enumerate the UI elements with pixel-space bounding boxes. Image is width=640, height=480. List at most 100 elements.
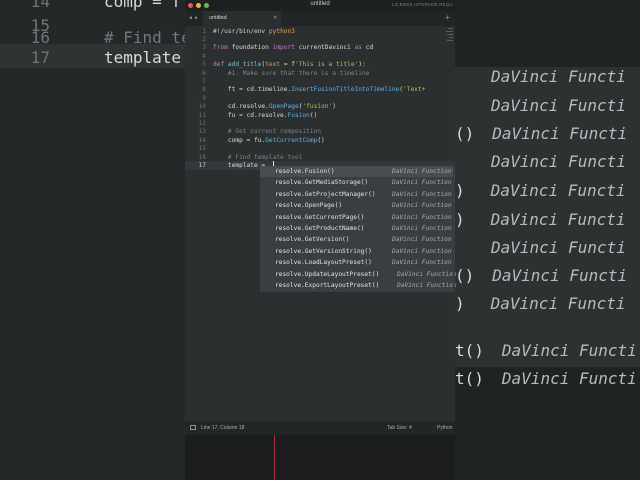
- autocomplete-item[interactable]: resolve.GetVersion() DaVinci Function: [260, 234, 455, 245]
- code-token: #!/usr/bin/env: [213, 27, 269, 35]
- code-token: foundation: [227, 44, 273, 52]
- code-line[interactable]: 11 fu = cd.resolve.Fusion(): [185, 111, 455, 119]
- autocomplete-type: DaVinci Function: [392, 190, 452, 198]
- autocomplete-method: resolve.GetProductName(): [275, 225, 365, 232]
- background-code-text: comp = f: [104, 0, 182, 11]
- code-token: def: [213, 61, 225, 69]
- tab-close-icon[interactable]: ×: [273, 14, 277, 21]
- license-upgrade-link[interactable]: LICENSE UPGRADE REQU: [392, 2, 453, 7]
- line-number: 16: [198, 153, 206, 161]
- status-bar: Line 17, Column 18 Tab Size: 4 Python: [185, 421, 455, 435]
- autocomplete-method: resolve.ExportLayoutPreset(): [275, 282, 380, 289]
- code-token: cd: [362, 44, 374, 52]
- code-line[interactable]: 2: [185, 35, 455, 43]
- background-type: DaVinci Functi: [490, 181, 626, 200]
- background-type: DaVinci Functi: [491, 96, 626, 115]
- autocomplete-item[interactable]: resolve.UpdateLayoutPreset() DaVinci Func…: [260, 269, 457, 280]
- background-type: DaVinci Functi: [501, 369, 637, 388]
- autocomplete-method: resolve.LoadLayoutPreset(): [275, 259, 372, 267]
- autocomplete-item[interactable]: resolve.GetCurrentPage() DaVinci Function: [260, 212, 455, 223]
- code-text: fu = cd.resolve.Fusion(): [213, 112, 317, 119]
- background-autocomplete-item: ) DaVinci Functi: [455, 294, 626, 313]
- code-line[interactable]: 5 def add_title(text = f'This is a title'…: [185, 61, 455, 69]
- code-text: #1. Make sure that there is a timeline: [213, 70, 370, 77]
- autocomplete-item[interactable]: resolve.GetMediaStorage() DaVinci Functio…: [260, 177, 455, 188]
- code-token: 'Text+: [403, 86, 426, 94]
- background-type: DaVinci Functi: [490, 210, 626, 229]
- background-method-fragment: t(): [455, 341, 484, 360]
- background-method-fragment: (): [455, 124, 475, 143]
- autocomplete-type: DaVinci Function: [397, 282, 457, 289]
- autocomplete-popup[interactable]: resolve.Fusion() DaVinci Function resolve.…: [260, 166, 457, 292]
- background-autocomplete-item: DaVinci Functi: [455, 152, 626, 171]
- background-autocomplete-item: DaVinci Functi: [455, 96, 626, 115]
- code-token: InsertFusionTitleIntoTimeline: [291, 86, 400, 94]
- background-method-fragment: ): [455, 210, 465, 229]
- tab-label: untitled: [209, 15, 227, 21]
- code-line[interactable]: 1 #!/usr/bin/env python3: [185, 27, 455, 35]
- line-number: 7: [202, 77, 206, 85]
- autocomplete-item[interactable]: resolve.OpenPage() DaVinci Function: [260, 200, 455, 211]
- autocomplete-item[interactable]: resolve.ExportLayoutPreset() DaVinci Func…: [260, 280, 457, 291]
- autocomplete-item[interactable]: resolve.GetVersionString() DaVinci Functi…: [260, 246, 455, 257]
- autocomplete-type: DaVinci Function: [392, 168, 452, 175]
- autocomplete-item[interactable]: resolve.GetProductName() DaVinci Function: [260, 223, 455, 234]
- autocomplete-type: DaVinci Function: [392, 179, 452, 187]
- autocomplete-method: resolve.GetVersionString(): [275, 247, 372, 255]
- code-line[interactable]: 15: [185, 145, 455, 153]
- autocomplete-type: DaVinci Function: [392, 236, 452, 244]
- background-type: DaVinci Functi: [492, 124, 628, 143]
- line-number: 13: [198, 128, 206, 136]
- autocomplete-method: resolve.Fusion(): [275, 168, 335, 175]
- background-autocomplete-item: ) DaVinci Functi: [455, 210, 626, 229]
- line-number: 9: [202, 94, 206, 102]
- new-tab-icon[interactable]: +: [445, 13, 450, 22]
- tab-size[interactable]: Tab Size: 4: [387, 425, 412, 431]
- background-autocomplete-item: ) DaVinci Functi: [455, 181, 626, 200]
- autocomplete-type: DaVinci Function: [392, 202, 452, 210]
- code-line[interactable]: 12: [185, 119, 455, 127]
- code-line[interactable]: 6 #1. Make sure that there is a timeline: [185, 69, 455, 77]
- code-token: 'This is a title': [295, 61, 359, 69]
- background-type: DaVinci Functi: [501, 341, 637, 360]
- code-token: = f: [280, 61, 295, 69]
- syntax-mode[interactable]: Python: [437, 425, 453, 431]
- code-token: comp = fu.: [213, 136, 266, 144]
- background-autocomplete-item: t() DaVinci Functi: [455, 341, 637, 360]
- code-line[interactable]: 3 from foundation import currentDavinci a…: [185, 44, 455, 52]
- code-line[interactable]: 13 # Get current composition: [185, 128, 455, 136]
- tab-untitled[interactable]: untitled ×: [203, 11, 281, 26]
- line-number: 4: [202, 52, 206, 60]
- code-line[interactable]: 4: [185, 52, 455, 60]
- panel-toggle-icon[interactable]: [190, 425, 196, 430]
- timeline-area: [185, 435, 455, 480]
- code-token: text: [265, 61, 281, 69]
- line-number: 15: [198, 145, 206, 153]
- code-line[interactable]: 9: [185, 94, 455, 102]
- autocomplete-type: DaVinci Function: [392, 247, 452, 255]
- code-token: OpenPage: [268, 103, 299, 111]
- autocomplete-item[interactable]: resolve.GetProjectManager() DaVinci Funct…: [260, 189, 455, 200]
- autocomplete-item[interactable]: resolve.Fusion() DaVinci Function: [260, 166, 455, 178]
- background-method-fragment: ): [455, 181, 465, 200]
- autocomplete-item[interactable]: resolve.LoadLayoutPreset() DaVinci Functi…: [260, 257, 455, 268]
- code-token: GetCurrentComp: [265, 136, 318, 144]
- code-line[interactable]: 14 comp = fu.GetCurrentComp(): [185, 136, 455, 144]
- code-text: #!/usr/bin/env python3: [213, 28, 295, 35]
- code-line[interactable]: 8 ft = cd.timeline.InsertFusionTitleInto…: [185, 86, 455, 94]
- code-line[interactable]: 7: [185, 77, 455, 85]
- code-line[interactable]: 16 # Find template tool: [185, 153, 455, 161]
- code-token: ):: [358, 61, 366, 69]
- tab-nav-arrows-icon[interactable]: ◀ ▶: [189, 15, 198, 21]
- code-line[interactable]: 10 cd.resolve.OpenPage('fusion'): [185, 103, 455, 111]
- background-autocomplete-item: t() DaVinci Functi: [455, 369, 637, 388]
- background-code-text: # Find te: [104, 28, 185, 47]
- autocomplete-type: DaVinci Function: [392, 259, 452, 267]
- background-method-fragment: (): [455, 266, 475, 285]
- background-code-text: template: [104, 48, 182, 67]
- code-text: from foundation import currentDavinci as…: [213, 44, 373, 51]
- autocomplete-scrollbar[interactable]: [453, 166, 455, 292]
- background-type: DaVinci Functi: [491, 238, 626, 257]
- code-token: from: [213, 44, 228, 52]
- code-token: ft = cd.timeline.: [213, 86, 292, 94]
